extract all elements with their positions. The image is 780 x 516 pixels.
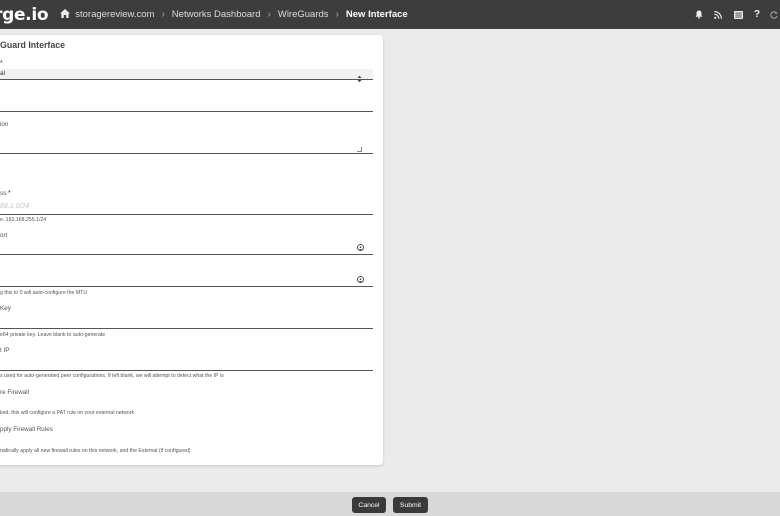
ip-address-hint: e. 192.168.255.1/24: [0, 217, 47, 223]
brand-logo[interactable]: rge.io: [0, 5, 49, 25]
listen-port-input[interactable]: ▴ ▾: [0, 242, 373, 255]
type-select-value: al: [0, 70, 6, 77]
form-footer: [0, 492, 780, 516]
ip-address-input[interactable]: 68.1.0/24: [0, 202, 373, 215]
configure-firewall-hint: ked, this will configure a PAT rule on y…: [0, 410, 135, 416]
mtu-input[interactable]: ▴ ▾: [0, 274, 373, 287]
private-key-hint: e64 private key. Leave blank to auto-gen…: [0, 332, 106, 338]
breadcrumb-separator: ›: [335, 9, 339, 20]
header-icons: ?: [691, 0, 780, 29]
form-title: Guard Interface: [0, 40, 66, 50]
breadcrumb-current: New Interface: [345, 9, 408, 20]
endpoint-ip-label: t IP: [0, 347, 10, 354]
breadcrumb-item-site[interactable]: storagereview.com: [75, 9, 154, 20]
apply-firewall-rules-hint: natically apply all new firewall rules o…: [0, 448, 191, 454]
configure-firewall-label[interactable]: re Firewall: [0, 389, 29, 396]
top-navbar: rge.io storagereview.com › Networks Dash…: [0, 0, 780, 29]
select-arrows-icon: [357, 70, 362, 88]
name-field[interactable]: [0, 101, 373, 112]
type-select[interactable]: al: [0, 69, 373, 83]
breadcrumb-separator: ›: [161, 9, 165, 20]
breadcrumb-separator: ›: [267, 9, 271, 20]
apply-firewall-rules-label[interactable]: pply Firewall Rules: [0, 426, 53, 433]
description-textarea[interactable]: [0, 131, 373, 154]
resize-handle-icon[interactable]: [357, 147, 362, 152]
bell-icon[interactable]: [691, 10, 707, 19]
mtu-stepper-icon[interactable]: ▴ ▾: [357, 276, 364, 284]
rss-icon[interactable]: [710, 10, 726, 19]
private-key-input[interactable]: [0, 316, 373, 329]
breadcrumb-item-networks-dashboard[interactable]: Networks Dashboard: [172, 9, 261, 20]
submit-button[interactable]: Submit: [393, 497, 428, 513]
breadcrumb: storagereview.com › Networks Dashboard ›…: [60, 8, 408, 21]
endpoint-ip-hint: s used for auto-generated peer configura…: [0, 373, 224, 379]
wireguard-form-card: Guard Interface * al ion ss * 68.1.0/24 …: [0, 35, 383, 465]
ip-address-placeholder: 68.1.0/24: [0, 203, 30, 210]
listen-port-label: ort: [0, 232, 8, 239]
breadcrumb-item-wireguards[interactable]: WireGuards: [278, 9, 329, 20]
ip-address-label: ss *: [0, 190, 11, 197]
list-icon[interactable]: [729, 10, 747, 19]
endpoint-ip-input[interactable]: [0, 358, 373, 371]
private-key-label: Key: [0, 305, 11, 312]
mtu-hint: g this to 0 will auto-configure the MTU: [0, 290, 88, 296]
refresh-icon[interactable]: [768, 10, 780, 19]
home-icon[interactable]: [60, 8, 71, 21]
type-label: *: [0, 60, 3, 67]
description-label: ion: [0, 121, 9, 128]
cancel-button[interactable]: Cancel: [352, 497, 386, 513]
help-icon[interactable]: ?: [749, 9, 765, 20]
port-stepper-icon[interactable]: ▴ ▾: [357, 244, 364, 252]
